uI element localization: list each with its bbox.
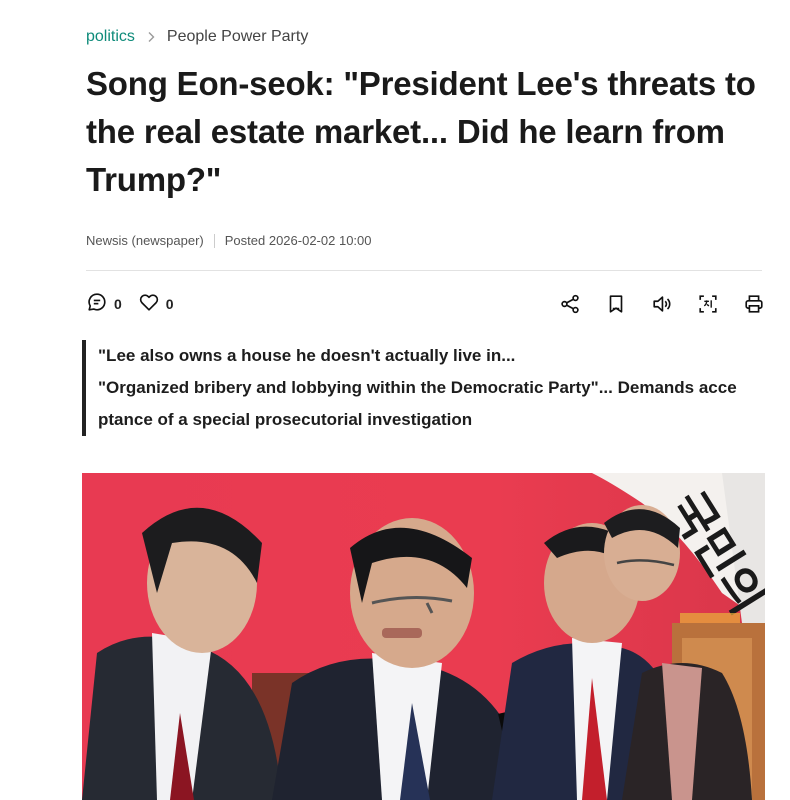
comments-count: 0 [114,296,122,312]
share-icon[interactable] [558,292,582,316]
article-source[interactable]: Newsis (newspaper) [86,233,204,248]
breadcrumb-section-link[interactable]: politics [86,28,135,46]
bookmark-icon[interactable] [604,292,628,316]
summary-line: ptance of a special prosecutorial invest… [98,410,473,429]
likes-count: 0 [165,296,174,312]
breadcrumb: politics People Power Party [86,27,308,47]
summary-line: "Lee also owns a house he doesn't actual… [98,346,516,365]
summary-line: "Organized bribery and lobbying within t… [98,378,737,397]
like-button[interactable]: 0 [138,291,174,318]
article-toolbar: 0 0 [86,290,766,318]
article-tools [536,292,766,316]
chevron-right-icon [141,27,161,47]
meta-divider [213,233,215,248]
article-posted-date: Posted 2026-02-02 10:00 [224,233,372,248]
comments-button[interactable]: 0 [86,291,122,318]
comment-icon [86,291,108,318]
header-divider [86,270,762,271]
listen-icon[interactable] [650,292,674,316]
article-summary: "Lee also owns a house he doesn't actual… [82,340,766,436]
translate-icon[interactable] [696,292,720,316]
article-meta: Newsis (newspaper) Posted 2026-02-02 10:… [86,233,372,248]
article-photo[interactable]: 국민의 [82,473,765,800]
breadcrumb-subsection-link[interactable]: People Power Party [167,28,308,46]
reaction-group: 0 0 [86,291,190,318]
print-icon[interactable] [742,292,766,316]
heart-icon [138,291,160,318]
article-headline: Song Eon-seok: "President Lee's threats … [86,65,756,198]
